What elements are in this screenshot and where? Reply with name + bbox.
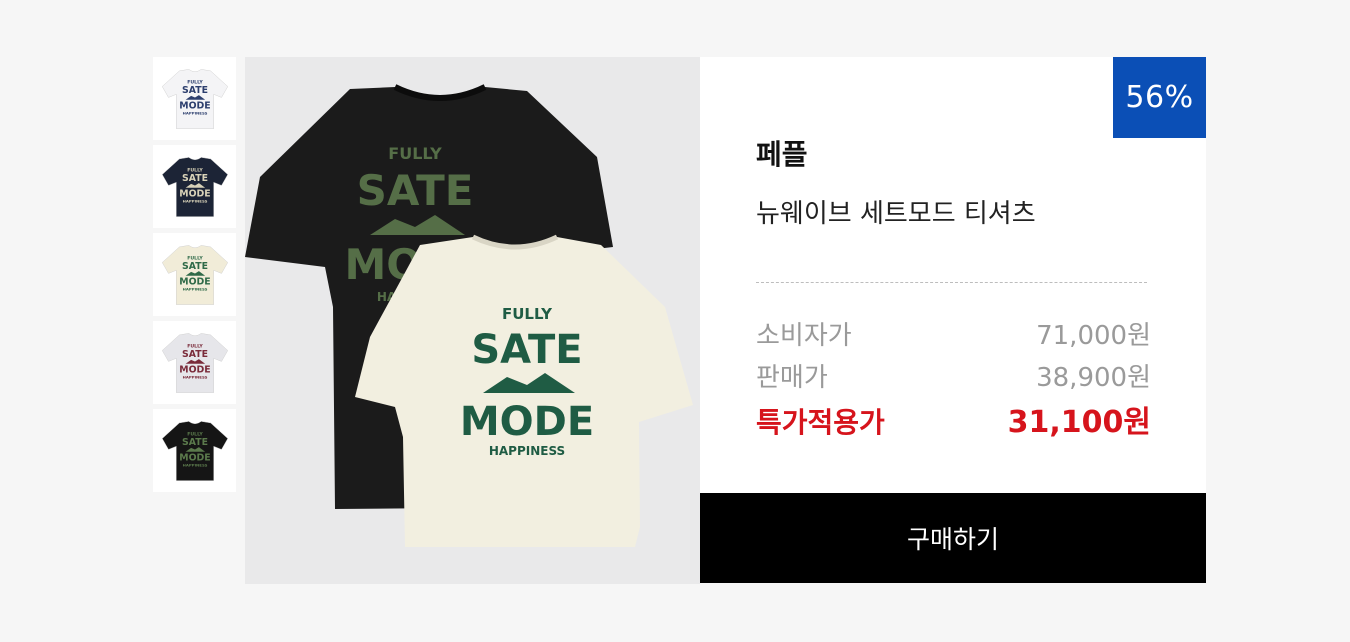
tshirt-black-icon: FULLYSATEMODEHAPPINESS: [161, 420, 228, 481]
sale-price-value: 38,900원: [1036, 363, 1151, 393]
svg-text:HAPPINESS: HAPPINESS: [182, 198, 207, 203]
svg-text:SATE: SATE: [182, 348, 208, 359]
buy-button[interactable]: 구매하기: [700, 493, 1206, 583]
consumer-price-row: 소비자가 71,000원: [756, 315, 1151, 352]
thumbnail-black[interactable]: FULLY SATE MODE HAPPINESS: [153, 409, 236, 492]
svg-text:SATE: SATE: [182, 260, 208, 271]
special-price-value: 31,100원: [1007, 405, 1151, 440]
sale-price-row: 판매가 38,900원: [756, 357, 1151, 394]
sale-price-label: 판매가: [756, 363, 828, 393]
front-print-line-2: SATE: [471, 327, 582, 373]
svg-text:HAPPINESS: HAPPINESS: [182, 286, 207, 291]
consumer-price-label: 소비자가: [756, 321, 852, 351]
product-info-panel: 56% 페플 뉴웨이브 세트모드 티셔츠 소비자가 71,000원 판매가 38…: [700, 57, 1206, 493]
tshirt-navy-icon: FULLYSATEMODEHAPPINESS: [161, 156, 228, 217]
svg-text:MODE: MODE: [179, 452, 210, 463]
front-print-line-3: MODE: [460, 399, 594, 445]
svg-text:HAPPINESS: HAPPINESS: [182, 110, 207, 115]
special-price-row: 특가적용가 31,100원: [756, 397, 1151, 441]
thumbnail-white[interactable]: FULLY SATE MODE HAPPINESS: [153, 57, 236, 140]
tshirt-white-icon: FULLYSATEMODEHAPPINESS: [161, 68, 228, 129]
tshirt-product-photo: FULLY SATE MODE HAPPINESS FULLY SATE MOD…: [245, 84, 693, 547]
front-print-line-4: HAPPINESS: [489, 444, 565, 458]
consumer-price-value: 71,000원: [1036, 321, 1151, 351]
thumbnail-cream[interactable]: FULLY SATE MODE HAPPINESS: [153, 233, 236, 316]
svg-text:MODE: MODE: [179, 188, 210, 199]
discount-badge: 56%: [1113, 57, 1206, 138]
back-print-line-1: FULLY: [388, 144, 442, 163]
tshirt-cream-icon: FULLYSATEMODEHAPPINESS: [161, 244, 228, 305]
product-main-image: FULLY SATE MODE HAPPINESS FULLY SATE MOD…: [245, 57, 700, 584]
thumbnail-list: FULLY SATE MODE HAPPINESS FULLY SATE MODE HAPP…: [153, 57, 236, 497]
svg-text:HAPPINESS: HAPPINESS: [182, 374, 207, 379]
tshirt-light-gray-icon: FULLYSATEMODEHAPPINESS: [161, 332, 228, 393]
product-name: 뉴웨이브 세트모드 티셔츠: [756, 199, 1036, 229]
svg-text:SATE: SATE: [182, 84, 208, 95]
svg-text:MODE: MODE: [179, 100, 210, 111]
svg-text:SATE: SATE: [182, 172, 208, 183]
svg-text:SATE: SATE: [182, 436, 208, 447]
brand-name: 페플: [756, 138, 808, 171]
front-print-line-1: FULLY: [502, 305, 553, 323]
svg-text:MODE: MODE: [179, 364, 210, 375]
thumbnail-navy[interactable]: FULLY SATE MODE HAPPINESS: [153, 145, 236, 228]
svg-text:HAPPINESS: HAPPINESS: [182, 462, 207, 467]
svg-text:MODE: MODE: [179, 276, 210, 287]
divider: [756, 282, 1147, 283]
back-print-line-2: SATE: [357, 166, 474, 215]
special-price-label: 특가적용가: [756, 406, 885, 439]
thumbnail-light-gray[interactable]: FULLY SATE MODE HAPPINESS: [153, 321, 236, 404]
front-cream-tshirt: FULLY SATE MODE HAPPINESS: [355, 234, 693, 547]
